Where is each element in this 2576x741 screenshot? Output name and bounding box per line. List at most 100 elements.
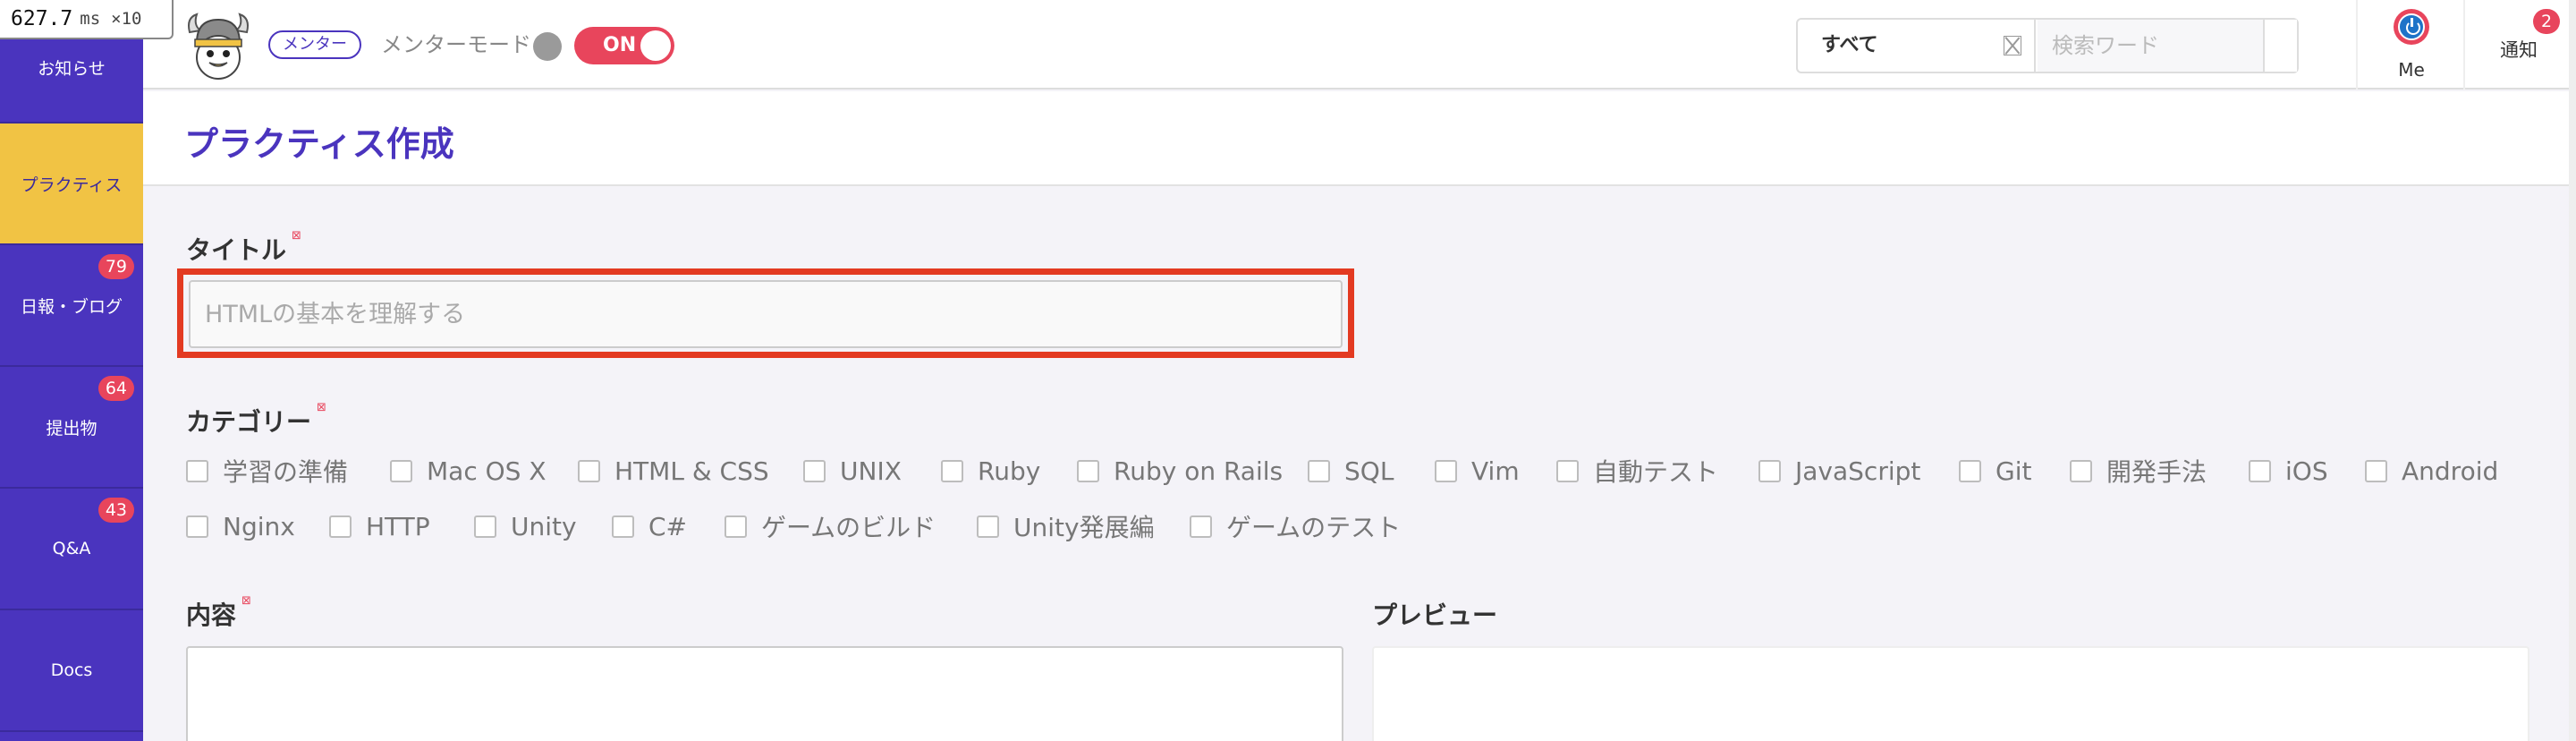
required-mark-icon: ⊠	[317, 401, 326, 414]
logo[interactable]	[184, 13, 252, 81]
category-label-text: Ruby on Rails	[1114, 456, 1284, 486]
sidebar-item-docs[interactable]: Docs	[0, 610, 143, 732]
category-checkbox[interactable]: HTTP	[329, 508, 430, 544]
category-checkbox[interactable]: iOS	[2249, 453, 2328, 489]
category-label-text: Ruby	[978, 456, 1041, 486]
me-menu[interactable]: Me	[2356, 0, 2463, 89]
sidebar-item-qa[interactable]: 43 Q&A	[0, 489, 143, 610]
mentor-mode-indicator	[533, 32, 562, 61]
category-checkbox[interactable]: 学習の準備	[186, 453, 348, 489]
notifications-menu[interactable]: 2 通知	[2463, 0, 2576, 89]
category-label-text: Unity	[511, 511, 577, 541]
category-checkbox[interactable]: Unity	[474, 508, 577, 544]
checkbox[interactable]	[329, 515, 352, 538]
checkbox[interactable]	[1308, 459, 1330, 482]
search-scope-select[interactable]: すべて	[1798, 20, 2036, 72]
select-arrow-icon	[2004, 36, 2021, 55]
category-label-text: ゲームのビルド	[761, 513, 936, 542]
category-checkbox[interactable]: 開発手法	[2070, 453, 2207, 489]
search-input[interactable]	[2038, 20, 2265, 72]
count-badge: 79	[97, 254, 134, 279]
checkbox[interactable]	[390, 459, 412, 482]
content-textarea[interactable]	[186, 646, 1343, 741]
category-label-text: SQL	[1344, 456, 1394, 486]
category-checkbox[interactable]: ゲームのテスト	[1190, 508, 1401, 544]
category-checkbox[interactable]: 自動テスト	[1556, 453, 1718, 489]
checkbox[interactable]	[2365, 459, 2387, 482]
category-checkbox[interactable]: Unity発展編	[977, 508, 1155, 544]
category-checkbox[interactable]: UNIX	[803, 453, 902, 489]
category-label-text: HTML & CSS	[614, 456, 769, 486]
sidebar-item-products[interactable]: 64 提出物	[0, 367, 143, 489]
switch-knob	[640, 30, 671, 61]
notifications-label: 通知	[2500, 39, 2538, 61]
content-label: 内容	[186, 600, 237, 630]
checkbox[interactable]	[1758, 459, 1781, 482]
checkbox[interactable]	[612, 515, 634, 538]
sidebar-item-label: 提出物	[46, 418, 97, 439]
checkbox[interactable]	[186, 515, 208, 538]
mentor-badge: メンター	[268, 30, 361, 59]
checkbox[interactable]	[941, 459, 963, 482]
category-label-text: 自動テスト	[1593, 457, 1719, 487]
page-header: プラクティス作成	[143, 91, 2576, 186]
search-button[interactable]	[2265, 20, 2297, 72]
sidebar-item-label: 日報・ブログ	[20, 296, 123, 317]
sidebar-item-label: プラクティス	[21, 175, 123, 195]
checkbox[interactable]	[1959, 459, 1981, 482]
scrollbar[interactable]	[2569, 0, 2576, 741]
category-label-text: C#	[648, 511, 688, 541]
category-checkbox[interactable]: Vim	[1435, 453, 1520, 489]
checkbox[interactable]	[2249, 459, 2271, 482]
category-checkbox[interactable]: SQL	[1308, 453, 1394, 489]
count-badge: 64	[97, 376, 134, 401]
category-checkbox[interactable]: JavaScript	[1758, 453, 1920, 489]
checkbox[interactable]	[724, 515, 747, 538]
checkbox[interactable]	[474, 515, 496, 538]
category-label-text: JavaScript	[1795, 456, 1921, 486]
category-checkbox[interactable]: Mac OS X	[390, 453, 547, 489]
category-label-text: Unity発展編	[1013, 513, 1155, 542]
switch-label: ON	[603, 34, 637, 56]
checkbox[interactable]	[1556, 459, 1579, 482]
checkbox[interactable]	[578, 459, 600, 482]
category-label-text: 開発手法	[2106, 457, 2207, 487]
title-input[interactable]	[189, 280, 1343, 348]
category-checkbox[interactable]: Ruby	[941, 453, 1040, 489]
search-scope-value: すべて	[1821, 34, 1878, 56]
checkbox[interactable]	[2070, 459, 2092, 482]
timer-overlay: 627.7 ms ×10	[0, 0, 174, 39]
category-checkbox[interactable]: Ruby on Rails	[1077, 453, 1283, 489]
category-checkbox[interactable]: Git	[1959, 453, 2031, 489]
mentor-mode-switch[interactable]: ON	[574, 27, 674, 64]
avatar-icon	[2394, 9, 2429, 45]
sidebar: お知らせ プラクティス 79 日報・ブログ 64 提出物 43 Q&A Docs	[0, 0, 143, 741]
category-checkbox[interactable]: ゲームのビルド	[724, 508, 936, 544]
sidebar-item-label: Docs	[50, 660, 93, 680]
checkbox[interactable]	[977, 515, 999, 538]
timer-multiplier: ×10	[111, 9, 142, 29]
preview-pane	[1372, 646, 2529, 741]
checkbox[interactable]	[186, 459, 208, 482]
category-checkbox[interactable]: Android	[2365, 453, 2498, 489]
checkbox[interactable]	[1435, 459, 1457, 482]
category-label: カテゴリー	[186, 407, 312, 437]
checkbox[interactable]	[803, 459, 826, 482]
category-checkbox[interactable]: C#	[612, 508, 687, 544]
checkbox[interactable]	[1190, 515, 1212, 538]
notification-count-badge: 2	[2533, 9, 2560, 34]
sidebar-item-practices[interactable]: プラクティス	[0, 124, 143, 245]
checkbox[interactable]	[1077, 459, 1099, 482]
page-title: プラクティス作成	[184, 124, 454, 164]
sidebar-item-label: お知らせ	[38, 59, 106, 79]
category-label-text: 学習の準備	[223, 457, 349, 487]
category-checkbox[interactable]: HTML & CSS	[578, 453, 769, 489]
timer-unit: ms	[80, 9, 101, 29]
count-badge: 43	[97, 498, 134, 523]
timer-value: 627.7	[11, 7, 73, 30]
sidebar-item-reports[interactable]: 79 日報・ブログ	[0, 245, 143, 367]
required-mark-icon: ⊠	[242, 594, 251, 608]
category-checkbox[interactable]: Nginx	[186, 508, 295, 544]
category-label-text: UNIX	[840, 456, 902, 486]
category-label-text: Android	[2402, 456, 2499, 486]
